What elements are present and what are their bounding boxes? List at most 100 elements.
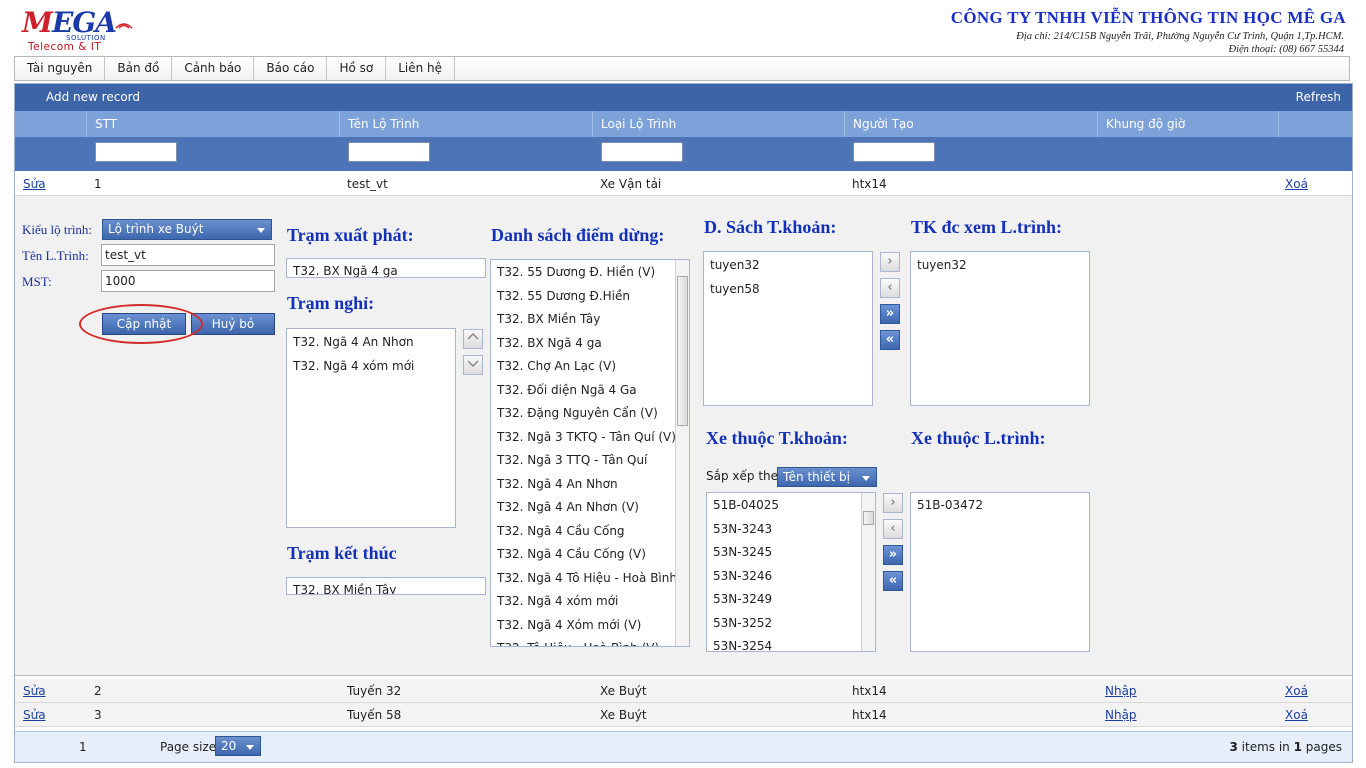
cancel-button[interactable]: Huỷ bỏ [191, 313, 275, 335]
route-kind-select[interactable]: Lộ trình xe Buýt [102, 219, 272, 240]
item-count: 3 [1229, 740, 1238, 754]
list-item[interactable]: T32. BX Ngã 4 ga [491, 332, 689, 356]
list-item[interactable]: tuyen58 [704, 278, 872, 302]
header-route-name[interactable]: Tên Lộ Trình [340, 111, 593, 137]
list-item[interactable]: 53N-3249 [707, 588, 875, 612]
scroll-thumb[interactable] [863, 511, 874, 525]
list-item[interactable]: T32. Ngã 4 Cầu Cống (V) [491, 543, 689, 567]
list-item[interactable]: 53N-3246 [707, 565, 875, 589]
edit-link[interactable]: Sửa [23, 684, 46, 698]
list-item[interactable]: T32. Ngã 4 xóm mới [491, 590, 689, 614]
move-left-button[interactable]: ‹ [880, 278, 900, 298]
scroll-thumb[interactable] [677, 276, 688, 426]
list-item[interactable]: 53N-3245 [707, 541, 875, 565]
menu-item-ho-so[interactable]: Hồ sơ [327, 57, 387, 80]
filter-stt-input[interactable] [95, 142, 177, 162]
vehicle-move-all-right-button[interactable]: » [883, 545, 903, 565]
header-route-type[interactable]: Loại Lộ Trình [593, 111, 845, 137]
page-number-button[interactable]: 1 [79, 740, 87, 754]
list-item[interactable]: T32. Ngã 4 xóm mới [287, 355, 455, 379]
company-phone: Điện thoại: (08) 667 55344 [1228, 44, 1345, 55]
list-item[interactable]: T32. Ngã 4 An Nhơn [491, 473, 689, 497]
list-item[interactable]: T32. BX Miền Tây [491, 308, 689, 332]
menu-item-tai-nguyen[interactable]: Tài nguyên [15, 57, 106, 80]
move-right-button[interactable]: › [880, 252, 900, 272]
move-all-right-button[interactable]: » [880, 304, 900, 324]
list-item[interactable]: T32. Ngã 4 An Nhơn [287, 331, 455, 355]
page-size-select[interactable]: 20 [215, 736, 261, 756]
list-item[interactable]: T32. Ngã 4 Cầu Cống [491, 520, 689, 544]
list-item[interactable]: T32. Ngã 4 An Nhơn (V) [491, 496, 689, 520]
list-item[interactable]: 51B-03472 [911, 494, 1089, 518]
account-vehicles-title: Xe thuộc T.khoản: [706, 428, 848, 448]
mst-input[interactable]: 1000 [101, 270, 275, 292]
edit-link[interactable]: Sửa [23, 708, 46, 722]
stops-title: Danh sách điểm dừng: [491, 225, 665, 245]
main-menu: Tài nguyên Bản đồ Cảnh báo Báo cáo Hồ sơ… [14, 56, 1350, 81]
end-station-field[interactable]: T32. BX Miền Tây [286, 577, 486, 595]
route-name-input[interactable]: test_vt [101, 244, 275, 266]
edit-link[interactable]: Sửa [23, 177, 46, 191]
list-item[interactable]: 53N-3243 [707, 518, 875, 542]
move-up-button[interactable] [463, 329, 483, 349]
list-item[interactable]: T32. Tô Hiệu - Hoà Bình (V) [491, 637, 689, 646]
stops-scrollbar[interactable] [675, 260, 689, 646]
vehicle-move-all-left-button[interactable]: « [883, 571, 903, 591]
menu-item-ban-do[interactable]: Bản đồ [105, 57, 173, 80]
add-new-record-button[interactable]: Add new record [46, 90, 140, 104]
vehicle-move-left-button[interactable]: ‹ [883, 519, 903, 539]
accounts-list[interactable]: tuyen32 tuyen58 [703, 251, 873, 406]
menu-item-canh-bao[interactable]: Cảnh báo [172, 57, 255, 80]
route-vehicles-list[interactable]: 51B-03472 [910, 492, 1090, 652]
row-route-name: test_vt [347, 177, 388, 191]
list-item[interactable]: 53N-3252 [707, 612, 875, 636]
account-vehicles-list[interactable]: 51B-04025 53N-3243 53N-3245 53N-3246 53N… [706, 492, 876, 652]
list-item[interactable]: 51B-04025 [707, 494, 875, 518]
row-creator: htx14 [852, 177, 887, 191]
move-down-button[interactable] [463, 355, 483, 375]
stops-list[interactable]: T32. 55 Dương Đ. Hiền (V) T32. 55 Dương … [490, 259, 690, 647]
list-item[interactable]: T32. Ngã 4 Tô Hiệu - Hoà Bình [491, 567, 689, 591]
import-link[interactable]: Nhập [1105, 708, 1137, 722]
filter-route-name-input[interactable] [348, 142, 430, 162]
header-stt[interactable]: STT [87, 111, 340, 137]
route-accounts-list[interactable]: tuyen32 [910, 251, 1090, 406]
route-kind-label: Kiểu lộ trình: [22, 222, 93, 237]
sort-select[interactable]: Tên thiết bị [777, 467, 877, 487]
list-item[interactable]: T32. 55 Dương Đ.Hiền [491, 285, 689, 309]
list-item[interactable]: tuyen32 [704, 254, 872, 278]
list-item[interactable]: 53N-3254 [707, 635, 875, 651]
delete-link[interactable]: Xoá [1285, 708, 1308, 722]
list-item[interactable]: T32. 55 Dương Đ. Hiền (V) [491, 261, 689, 285]
list-item[interactable]: tuyen32 [911, 254, 1089, 278]
vehicles-scrollbar[interactable] [861, 493, 875, 651]
header-creator[interactable]: Người Tạo [845, 111, 1098, 137]
list-item[interactable]: T32. Ngã 3 TKTQ - Tân Quí (V) [491, 426, 689, 450]
sort-value: Tên thiết bị [783, 470, 850, 484]
refresh-button[interactable]: Refresh [1296, 90, 1341, 104]
rest-stations-list[interactable]: T32. Ngã 4 An Nhơn T32. Ngã 4 xóm mới [286, 328, 456, 528]
start-station-field[interactable]: T32. BX Ngã 4 ga [286, 258, 486, 278]
row-route-type: Xe Buýt [600, 708, 647, 722]
list-item[interactable]: T32. Ngã 3 TTQ - Tân Quí [491, 449, 689, 473]
menu-item-lien-he[interactable]: Liên hệ [386, 57, 456, 80]
delete-link[interactable]: Xoá [1285, 684, 1308, 698]
menu-item-bao-cao[interactable]: Báo cáo [254, 57, 328, 80]
table-row: Sửa 2 Tuyến 32 Xe Buýt htx14 Nhập Xoá [15, 679, 1352, 703]
move-all-left-button[interactable]: « [880, 330, 900, 350]
delete-link[interactable]: Xoá [1285, 177, 1308, 191]
filter-route-type-input[interactable] [601, 142, 683, 162]
grid-header: STT Tên Lộ Trình Loại Lộ Trình Người Tạo… [15, 111, 1352, 137]
list-item[interactable]: T32. Đặng Nguyên Cẩn (V) [491, 402, 689, 426]
list-item[interactable]: T32. Chợ An Lạc (V) [491, 355, 689, 379]
start-station-value: T32. BX Ngã 4 ga [293, 264, 398, 278]
list-item[interactable]: T32. Đối diện Ngã 4 Ga [491, 379, 689, 403]
filter-creator-input[interactable] [853, 142, 935, 162]
chevron-up-icon [467, 332, 479, 340]
header-time-frame[interactable]: Khung độ giờ [1098, 111, 1279, 137]
import-link[interactable]: Nhập [1105, 684, 1137, 698]
route-kind-value: Lộ trình xe Buýt [108, 222, 204, 236]
row-route-type: Xe Buýt [600, 684, 647, 698]
list-item[interactable]: T32. Ngã 4 Xóm mới (V) [491, 614, 689, 638]
vehicle-move-right-button[interactable]: › [883, 493, 903, 513]
